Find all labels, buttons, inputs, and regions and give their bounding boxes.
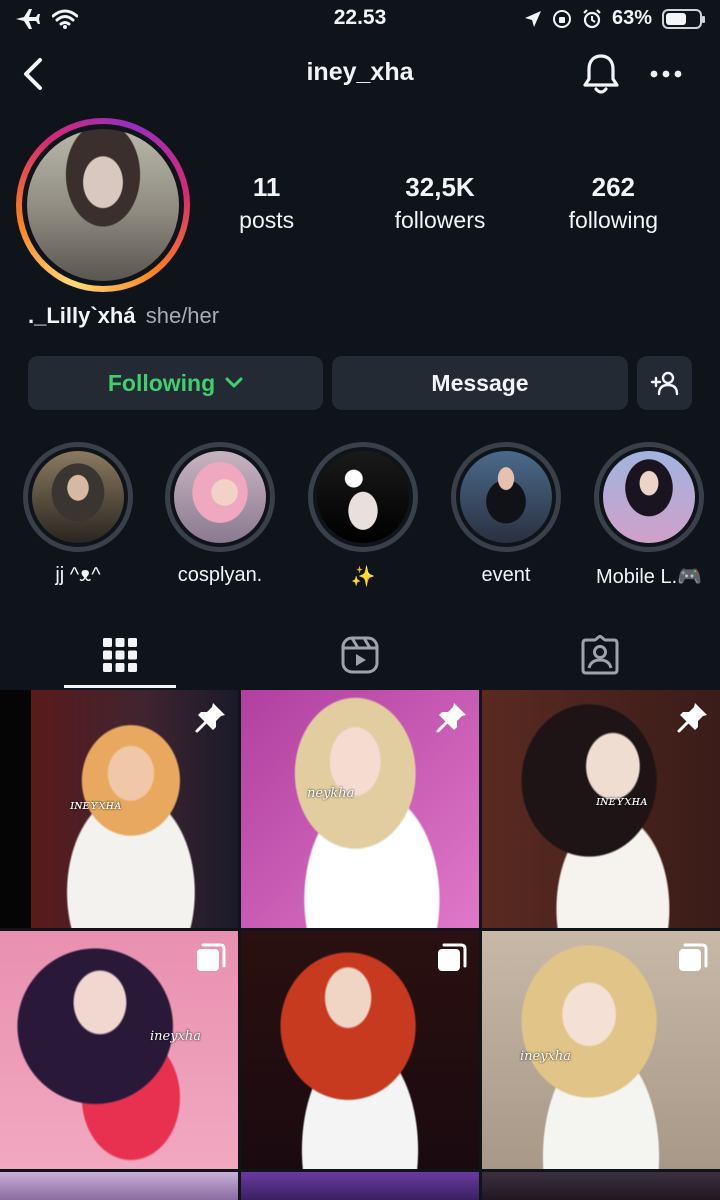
pin-icon (195, 703, 225, 733)
status-bar: 22.53 63% (0, 0, 720, 40)
pronouns: she/her (145, 303, 220, 328)
message-button[interactable]: Message (332, 356, 628, 410)
pin-icon (677, 703, 707, 733)
alarm-icon (583, 8, 601, 28)
message-button-label: Message (431, 369, 529, 396)
profile-avatar-story-ring[interactable] (16, 118, 190, 292)
stat-count: 262 (591, 172, 636, 202)
highlight-item[interactable]: cosplyan. (150, 442, 290, 587)
tab-tagged[interactable] (544, 622, 656, 688)
reels-icon (341, 636, 379, 674)
highlight-cover (174, 451, 266, 543)
post-watermark: ineyxha (520, 1049, 572, 1064)
highlight-cover (603, 451, 695, 543)
suggested-users-button[interactable] (637, 356, 692, 410)
avatar (27, 129, 179, 281)
highlight-label: cosplyan. (177, 564, 263, 586)
battery-fill (666, 12, 687, 25)
carousel-icon (679, 943, 708, 971)
stat-label: posts (239, 207, 295, 233)
story-highlights: jj ^ᴥ^ cosplyan. ✨ event Mobile L.🎮 (0, 442, 720, 592)
active-tab-indicator (64, 685, 176, 688)
stat-label: following (568, 207, 659, 233)
highlight-item[interactable]: jj ^ᴥ^ (8, 442, 148, 587)
highlight-item[interactable]: event (436, 442, 576, 587)
stat-following[interactable]: 262 following (527, 172, 700, 234)
stat-followers[interactable]: 32,5K followers (353, 172, 526, 234)
post-watermark: ɪɴᴇʏxʜᴀ (596, 794, 648, 809)
post-thumbnail[interactable] (482, 1172, 720, 1200)
bell-icon (583, 54, 619, 94)
carousel-icon (438, 943, 467, 971)
grid-icon (103, 638, 137, 672)
posts-grid: ɪɴᴇʏxʜᴀ neykha ɪɴᴇʏxʜᴀ ineyxha ineyxha (0, 690, 720, 1200)
profile-stats: 11 posts 32,5K followers 262 following (180, 172, 700, 234)
post-watermark: ineyxha (150, 1029, 202, 1044)
post-thumbnail[interactable]: ineyxha (0, 931, 238, 1169)
post-thumbnail[interactable]: neykha (241, 690, 479, 928)
tagged-icon (581, 635, 619, 675)
highlight-cover (317, 451, 409, 543)
profile-content-tabs (0, 622, 720, 688)
carousel-icon (197, 943, 226, 971)
notifications-button[interactable] (580, 52, 622, 96)
stat-label: followers (394, 207, 486, 233)
post-thumbnail[interactable] (241, 931, 479, 1169)
stat-posts[interactable]: 11 posts (180, 172, 353, 234)
tab-grid[interactable] (64, 622, 176, 688)
highlight-cover (32, 451, 124, 543)
battery-icon (662, 8, 705, 29)
display-name: ._Lilly`xhá (28, 303, 136, 328)
highlight-label: Mobile L.🎮 (595, 566, 703, 588)
chevron-down-icon (225, 377, 243, 388)
post-thumbnail[interactable] (0, 1172, 238, 1200)
location-icon (524, 10, 541, 27)
highlight-cover (460, 451, 552, 543)
orientation-lock-icon (552, 9, 571, 28)
add-user-icon (650, 371, 678, 396)
highlight-label: ✨ (350, 566, 376, 588)
highlight-label: jj ^ᴥ^ (55, 564, 101, 586)
highlight-item[interactable]: ✨ (293, 442, 433, 589)
stat-count: 32,5K (405, 172, 475, 202)
profile-bio: ._Lilly`xhá she/her (28, 303, 219, 329)
profile-header: iney_xha (0, 48, 720, 102)
post-thumbnail[interactable]: ɪɴᴇʏxʜᴀ (0, 690, 238, 928)
highlight-item[interactable]: Mobile L.🎮 (579, 442, 719, 589)
battery-percent: 63% (611, 7, 652, 29)
following-button[interactable]: Following (28, 356, 323, 410)
post-thumbnail[interactable] (241, 1172, 479, 1200)
tab-reels[interactable] (304, 622, 416, 688)
post-thumbnail[interactable]: ɪɴᴇʏxʜᴀ (482, 690, 720, 928)
post-thumbnail[interactable]: ineyxha (482, 931, 720, 1169)
following-button-label: Following (107, 369, 216, 396)
more-options-button[interactable] (646, 56, 686, 92)
pin-icon (436, 703, 466, 733)
post-watermark: ɪɴᴇʏxʜᴀ (70, 798, 122, 813)
stat-count: 11 (252, 172, 281, 202)
post-watermark: neykha (307, 786, 355, 801)
highlight-label: event (481, 564, 531, 586)
more-horizontal-icon (650, 70, 682, 78)
